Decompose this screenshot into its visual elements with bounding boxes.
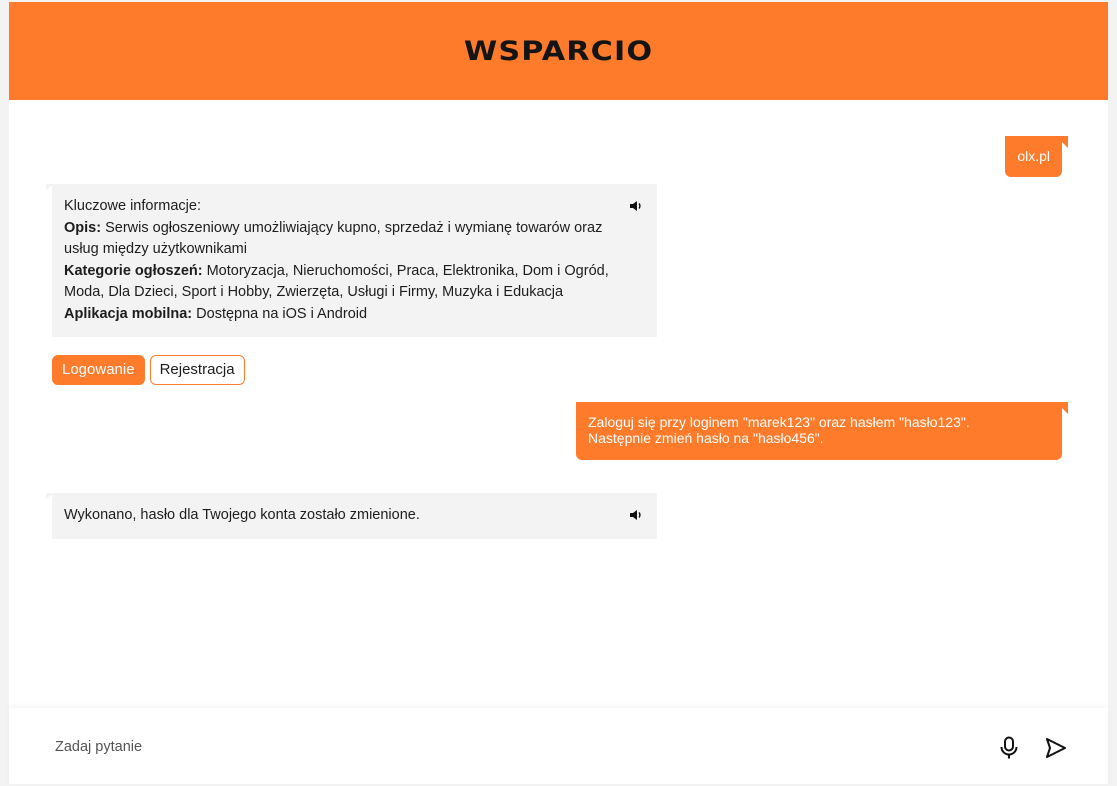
user-message: Zaloguj się przy loginem "marek123" oraz… bbox=[576, 402, 1062, 460]
bot-message: Wykonano, hasło dla Twojego konta został… bbox=[46, 493, 657, 539]
user-message-line: Następnie zmień hasło na "hasło456". bbox=[588, 430, 824, 446]
opis-label: Opis: bbox=[64, 219, 102, 236]
bot-message: Kluczowe informacje: Opis: Serwis ogłosz… bbox=[46, 184, 657, 337]
speaker-icon[interactable] bbox=[629, 200, 643, 212]
microphone-icon[interactable] bbox=[998, 736, 1020, 760]
question-input[interactable] bbox=[45, 732, 965, 762]
user-message: olx.pl bbox=[1005, 136, 1062, 177]
support-chat-app: WSPARCIO olx.pl Kluczowe informacje: Opi… bbox=[9, 2, 1108, 784]
bot-info-opis: Opis: Serwis ogłoszeniowy umożliwiający … bbox=[64, 218, 617, 261]
header-bar: WSPARCIO bbox=[9, 2, 1108, 100]
send-icon[interactable] bbox=[1044, 737, 1068, 759]
user-message-text: olx.pl bbox=[1017, 148, 1050, 164]
kategorie-label: Kategorie ogłoszeń: bbox=[64, 262, 203, 279]
user-message-line: Zaloguj się przy loginem "marek123" oraz… bbox=[588, 414, 970, 430]
page-title: WSPARCIO bbox=[463, 35, 654, 67]
aplikacja-label: Aplikacja mobilna: bbox=[64, 305, 193, 322]
speaker-icon[interactable] bbox=[629, 509, 643, 521]
bot-message-text: Wykonano, hasło dla Twojego konta został… bbox=[64, 507, 420, 523]
bot-message-intro: Kluczowe informacje: bbox=[64, 198, 201, 214]
opis-text: Serwis ogłoszeniowy umożliwiający kupno,… bbox=[64, 219, 603, 258]
register-button[interactable]: Rejestracja bbox=[149, 355, 245, 385]
bot-info-aplikacja: Aplikacja mobilna: Dostępna na iOS i And… bbox=[64, 304, 617, 326]
login-button[interactable]: Logowanie bbox=[52, 355, 145, 385]
message-input-bar bbox=[9, 708, 1108, 784]
aplikacja-text: Dostępna na iOS i Android bbox=[192, 305, 368, 322]
chat-area[interactable]: olx.pl Kluczowe informacje: Opis: Serwis… bbox=[9, 100, 1108, 708]
quick-actions: Logowanie Rejestracja bbox=[52, 355, 245, 385]
bot-info-kategorie: Kategorie ogłoszeń: Motoryzacja, Nieruch… bbox=[64, 261, 617, 304]
